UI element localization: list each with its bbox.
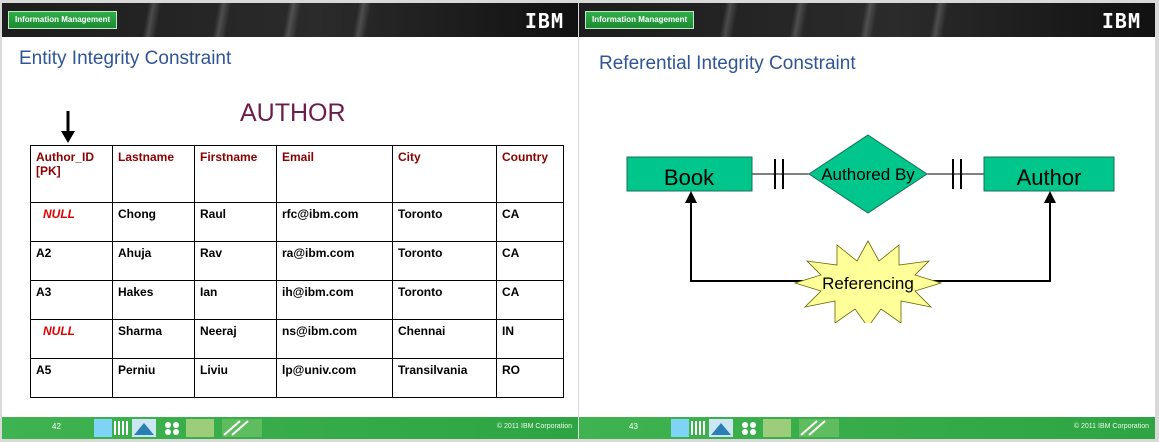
column-header: Author_ID [PK]	[30, 145, 113, 203]
er-diagram: Book Authored By Author Referencing	[626, 134, 1115, 323]
table-cell: IN	[496, 319, 564, 359]
table-cell: A2	[30, 241, 113, 281]
table-cell: Hakes	[112, 280, 195, 320]
table-cell: Rav	[194, 241, 277, 281]
table-cell: A5	[30, 358, 113, 398]
slide-footer: 42 © 2011 IBM Corporation	[2, 417, 578, 439]
slide-title: Referential Integrity Constraint	[599, 53, 856, 74]
table-cell: Chennai	[392, 319, 497, 359]
slide-header: Information Management IBM	[2, 3, 578, 37]
down-arrow-icon	[61, 111, 75, 143]
table-cell: Ian	[194, 280, 277, 320]
footer-decoration-icon	[94, 419, 262, 437]
table-cell: CA	[496, 241, 564, 281]
referencing-label: Referencing	[822, 274, 914, 293]
column-header: Email	[276, 145, 393, 203]
table-title: AUTHOR	[240, 99, 346, 127]
slide-header: Information Management IBM	[579, 3, 1155, 37]
table-row: A2 Ahuja Rav ra@ibm.com Toronto CA	[30, 241, 564, 281]
footer-decoration-icon	[671, 419, 839, 437]
table-header-row: Author_ID [PK] Lastname Firstname Email C…	[30, 145, 564, 203]
table-cell: CA	[496, 202, 564, 242]
table-cell: Ahuja	[112, 241, 195, 281]
arrowhead-icon	[685, 191, 697, 203]
table-cell: Sharma	[112, 319, 195, 359]
table-cell: Liviu	[194, 358, 277, 398]
table-cell: ns@ibm.com	[276, 319, 393, 359]
table-cell: Transilvania	[392, 358, 497, 398]
table-cell: Raul	[194, 202, 277, 242]
column-header: Country	[496, 145, 564, 203]
table-row: NULL Sharma Neeraj ns@ibm.com Chennai IN	[30, 319, 564, 359]
copyright-text: © 2011 IBM Corporation	[496, 423, 572, 430]
table-cell: lp@univ.com	[276, 358, 393, 398]
referencing-line-right	[924, 195, 1051, 282]
table-row: NULL Chong Raul rfc@ibm.com Toronto CA	[30, 202, 564, 242]
table-cell: RO	[496, 358, 564, 398]
table-cell: CA	[496, 280, 564, 320]
table-cell: rfc@ibm.com	[276, 202, 393, 242]
page-number: 43	[629, 422, 638, 431]
information-management-badge: Information Management	[585, 11, 695, 29]
table-row: A3 Hakes Ian ih@ibm.com Toronto CA	[30, 280, 564, 320]
table-cell: NULL	[30, 202, 113, 242]
table-cell: ra@ibm.com	[276, 241, 393, 281]
author-entity-label: Author	[1017, 165, 1082, 190]
column-header: Lastname	[112, 145, 195, 203]
book-entity-label: Book	[664, 165, 715, 190]
referencing-line-left	[690, 195, 811, 282]
table-cell: ih@ibm.com	[276, 280, 393, 320]
authored-by-label: Authored By	[821, 165, 915, 184]
table-cell: Toronto	[392, 241, 497, 281]
ibm-logo: IBM	[524, 9, 564, 33]
slide-footer: 43 © 2011 IBM Corporation	[579, 417, 1155, 439]
table-row: A5 Perniu Liviu lp@univ.com Transilvania RO	[30, 358, 564, 398]
table-cell: Toronto	[392, 202, 497, 242]
slide-entity-integrity: Information Management IBM Entity Integr…	[2, 3, 578, 439]
copyright-text: © 2011 IBM Corporation	[1073, 423, 1149, 430]
slide-title: Entity Integrity Constraint	[19, 48, 232, 69]
column-header: Firstname	[194, 145, 277, 203]
page-number: 42	[52, 422, 61, 431]
table-cell: Perniu	[112, 358, 195, 398]
slide-referential-integrity: Information Management IBM Referential I…	[579, 3, 1155, 439]
table-cell: Neeraj	[194, 319, 277, 359]
ibm-logo: IBM	[1101, 9, 1141, 33]
table-cell: Toronto	[392, 280, 497, 320]
author-table: Author_ID [PK] Lastname Firstname Email C…	[30, 145, 564, 398]
arrowhead-icon	[1044, 191, 1056, 203]
table-cell: A3	[30, 280, 113, 320]
table-cell: NULL	[30, 319, 113, 359]
table-cell: Chong	[112, 202, 195, 242]
column-header: City	[392, 145, 497, 203]
information-management-badge: Information Management	[8, 11, 118, 29]
